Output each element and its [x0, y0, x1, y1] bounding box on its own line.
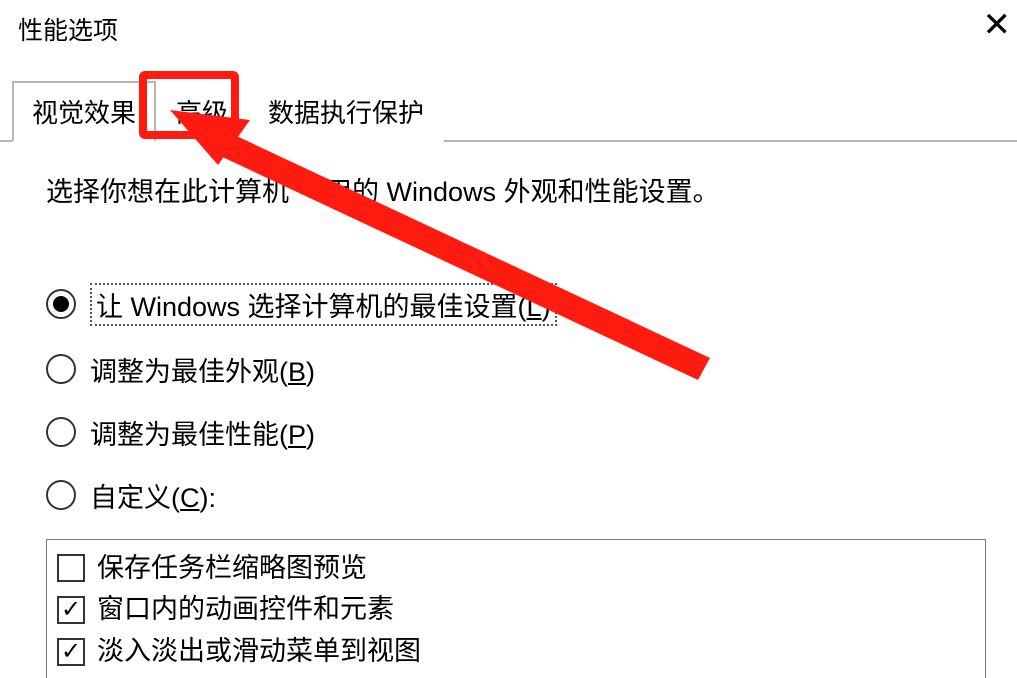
- radio-hotkey: L: [527, 292, 542, 322]
- radio-label: 调整为最佳性能(P): [90, 413, 315, 452]
- checkbox-icon: [57, 554, 85, 582]
- radio-icon: [46, 289, 76, 319]
- effects-checklist[interactable]: 保存任务栏缩略图预览 ✓ 窗口内的动画控件和元素 ✓ 淡入淡出或滑动菜单到视图: [46, 539, 986, 678]
- tab-label: 视觉效果: [32, 98, 136, 128]
- radio-custom[interactable]: 自定义(C):: [46, 476, 971, 515]
- radio-label-prefix: 调整为最佳外观(: [90, 357, 288, 387]
- checklist-label: 淡入淡出或滑动菜单到视图: [97, 631, 421, 673]
- intro-prefix: 选择你想在此计算机: [46, 177, 289, 207]
- radio-label: 让 Windows 选择计算机的最佳设置(L): [90, 283, 557, 326]
- tab-label: 数据执行保护: [268, 98, 424, 128]
- radio-label-suffix: ):: [200, 483, 217, 513]
- content-area: 选择你想在此计算机XX用的 Windows 外观和性能设置。 让 Windows…: [0, 142, 1017, 678]
- radio-label: 自定义(C):: [90, 476, 216, 515]
- close-icon[interactable]: ✕: [983, 8, 1012, 42]
- radio-label-suffix: ): [306, 420, 315, 450]
- intro-text: 选择你想在此计算机XX用的 Windows 外观和性能设置。: [46, 172, 971, 213]
- checklist-item[interactable]: ✓ 窗口内的动画控件和元素: [57, 589, 975, 631]
- checkbox-icon: ✓: [57, 596, 85, 624]
- radio-icon: [46, 480, 76, 510]
- radio-best-appearance[interactable]: 调整为最佳外观(B): [46, 350, 971, 389]
- radio-group: 让 Windows 选择计算机的最佳设置(L) 调整为最佳外观(B) 调整为最佳…: [46, 283, 971, 515]
- radio-label-prefix: 自定义(: [90, 483, 180, 513]
- checklist-item[interactable]: 保存任务栏缩略图预览: [57, 548, 975, 590]
- tab-visual-effects[interactable]: 视觉效果: [12, 81, 156, 142]
- radio-hotkey: C: [180, 483, 200, 513]
- radio-hotkey: B: [288, 357, 306, 387]
- checklist-label: 窗口内的动画控件和元素: [97, 589, 394, 631]
- tab-label: 高级: [176, 98, 228, 128]
- tabstrip-container: 视觉效果 高级 数据执行保护: [0, 76, 1017, 142]
- checklist-label: 保存任务栏缩略图预览: [97, 548, 367, 590]
- radio-icon: [46, 417, 76, 447]
- intro-suffix: 用的 Windows 外观和性能设置。: [325, 177, 720, 207]
- checklist-item[interactable]: ✓ 淡入淡出或滑动菜单到视图: [57, 631, 975, 673]
- tab-advanced[interactable]: 高级: [156, 81, 248, 142]
- radio-best-performance[interactable]: 调整为最佳性能(P): [46, 413, 971, 452]
- radio-label-suffix: ): [542, 292, 551, 322]
- radio-label: 调整为最佳外观(B): [90, 350, 315, 389]
- radio-hotkey: P: [288, 420, 306, 450]
- tab-dep[interactable]: 数据执行保护: [248, 81, 444, 142]
- radio-icon: [46, 354, 76, 384]
- tabstrip: 视觉效果 高级 数据执行保护: [0, 76, 1017, 142]
- titlebar: 性能选项 ✕: [0, 0, 1017, 58]
- radio-let-windows-choose[interactable]: 让 Windows 选择计算机的最佳设置(L): [46, 283, 971, 326]
- radio-label-suffix: ): [306, 357, 315, 387]
- window-title: 性能选项: [18, 11, 118, 47]
- performance-options-dialog: 性能选项 ✕ 视觉效果 高级 数据执行保护 选择你想在此计算机XX用的 Wind…: [0, 0, 1017, 678]
- checkbox-icon: ✓: [57, 638, 85, 666]
- radio-label-prefix: 调整为最佳性能(: [90, 420, 288, 450]
- radio-label-prefix: 让 Windows 选择计算机的最佳设置(: [96, 292, 527, 322]
